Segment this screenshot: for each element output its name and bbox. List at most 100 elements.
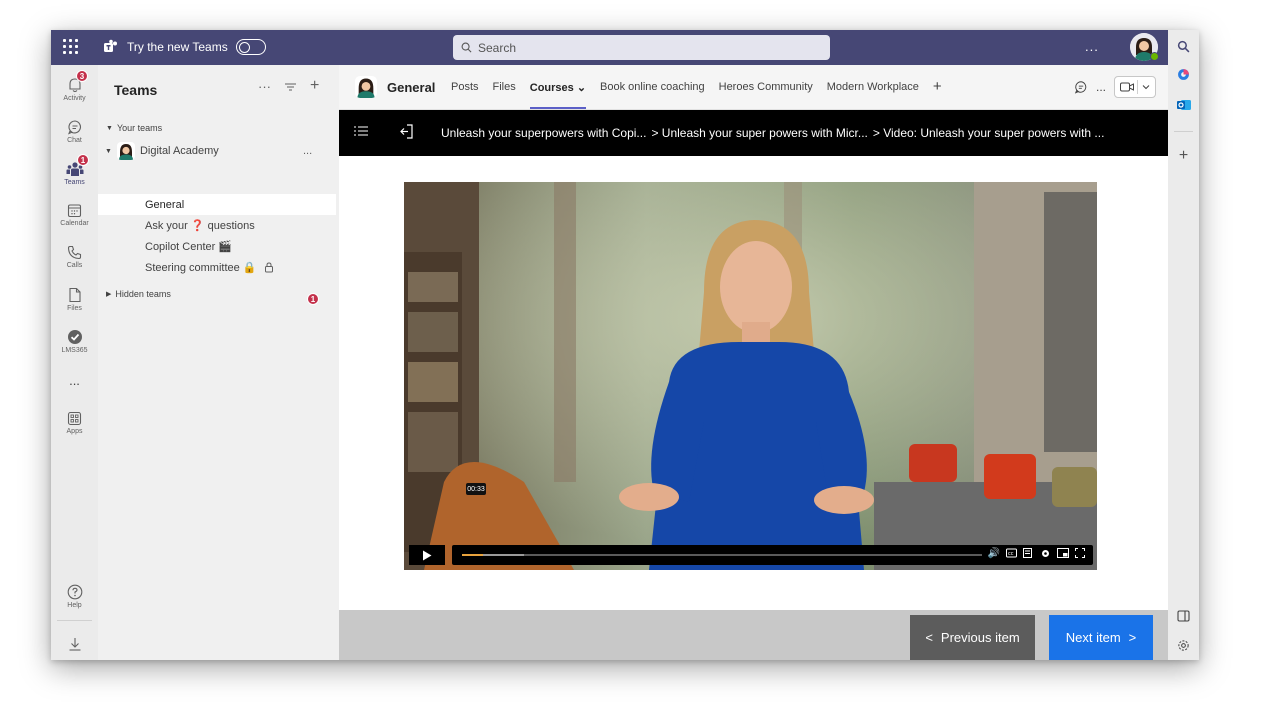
chevron-left-icon: < [925, 630, 933, 645]
appbar-activity[interactable]: Activity 3 [51, 68, 98, 110]
private-channel-icon [264, 262, 273, 273]
channel-general[interactable]: General [98, 194, 336, 215]
conversation-icon[interactable] [1074, 80, 1088, 94]
settings-gear-icon[interactable] [1175, 637, 1192, 654]
download-button[interactable] [51, 623, 98, 660]
seek-bar-progress [462, 554, 483, 556]
check-circle-icon [67, 329, 82, 344]
search-icon [461, 42, 472, 53]
seek-bar[interactable] [462, 554, 982, 556]
video-settings-icon[interactable] [1040, 548, 1051, 559]
try-new-teams: Try the new Teams [103, 39, 266, 55]
appbar-more[interactable]: ... [51, 359, 98, 401]
course-menu-icon[interactable] [354, 125, 368, 137]
play-button[interactable] [409, 545, 445, 565]
chevron-down-icon [1142, 85, 1150, 90]
previous-item-label: Previous item [940, 630, 1020, 645]
caret-right-icon: ▶ [106, 291, 112, 298]
your-teams-section[interactable]: ▼ Your teams [106, 123, 162, 133]
appbar-lms365[interactable]: LMS365 [51, 320, 98, 362]
channel-more-button[interactable]: ... [1096, 80, 1106, 94]
appbar-teams[interactable]: Teams 1 [51, 152, 98, 194]
breadcrumb-course[interactable]: Unleash your superpowers with Copi... [441, 126, 646, 140]
title-bar: Try the new Teams Search ... [51, 30, 1168, 65]
teams-panel: Teams ··· + ▼ Your teams ▼ Digital Acade… [98, 65, 339, 660]
appbar-activity-label: Activity [63, 94, 86, 102]
picture-in-picture-icon[interactable] [1057, 548, 1069, 558]
new-teams-toggle[interactable] [235, 39, 266, 55]
activity-badge: 3 [76, 70, 88, 82]
breadcrumb-lesson[interactable]: > Video: Unleash your super powers with … [873, 126, 1105, 140]
teams-more-icon[interactable]: ··· [258, 79, 271, 95]
hidden-teams-section[interactable]: ▶ Hidden teams [106, 289, 171, 299]
filter-icon[interactable] [285, 79, 296, 95]
meet-button[interactable] [1114, 76, 1156, 98]
fullscreen-icon[interactable] [1075, 548, 1085, 558]
tab-modern-workplace[interactable]: Modern Workplace [827, 81, 919, 94]
team-digital-academy[interactable]: ▼ Digital Academy ... [105, 139, 333, 163]
hidden-teams-badge: 1 [307, 293, 319, 305]
appbar-calls[interactable]: Calls [51, 236, 98, 278]
channel-label: Steering committee 🔒 [145, 262, 257, 274]
team-avatar [116, 142, 135, 160]
channel-copilot-center[interactable]: Copilot Center 🎬 [98, 236, 336, 257]
transcript-icon[interactable] [1023, 548, 1034, 558]
chat-icon [67, 119, 81, 135]
apps-icon [67, 411, 82, 426]
video-control-icons: 🔊 cc [988, 548, 1085, 559]
app-bar: Activity 3 Chat Teams 1 Calendar Calls F… [51, 65, 98, 660]
appbar-files[interactable]: Files [51, 278, 98, 320]
right-rail: + [1168, 30, 1199, 660]
course-navigation-bar: Unleash your superpowers with Copi... > … [339, 110, 1168, 156]
teams-badge: 1 [77, 154, 89, 166]
help-icon [67, 584, 82, 599]
exit-course-icon[interactable] [400, 124, 414, 139]
panel-icon[interactable] [1175, 607, 1192, 624]
add-team-icon[interactable]: + [310, 78, 319, 95]
outlook-icon[interactable] [1175, 96, 1192, 113]
caret-down-icon: ▼ [105, 147, 112, 155]
caret-down-icon: ▼ [106, 124, 113, 132]
team-more-button[interactable]: ... [303, 145, 312, 157]
previous-item-button[interactable]: < Previous item [910, 615, 1035, 660]
course-breadcrumb: Unleash your superpowers with Copi... > … [441, 126, 1104, 140]
appbar-calendar[interactable]: Calendar [51, 194, 98, 236]
zoom-search-icon[interactable] [1175, 38, 1192, 55]
channel-steering-committee[interactable]: Steering committee 🔒 [98, 257, 336, 278]
tab-files[interactable]: Files [493, 81, 516, 94]
teams-panel-title: Teams [114, 82, 158, 98]
teams-logo-icon [104, 39, 117, 52]
appbar-calendar-label: Calendar [60, 220, 89, 227]
team-name: Digital Academy [139, 145, 219, 157]
add-app-icon[interactable]: + [1175, 147, 1192, 164]
channel-avatar [355, 76, 377, 98]
more-icon: ... [69, 372, 80, 388]
svg-text:cc: cc [1008, 551, 1014, 557]
channel-header: General Posts Files Courses ⌄ Book onlin… [339, 65, 1168, 110]
captions-icon[interactable]: cc [1006, 548, 1017, 558]
appbar-chat[interactable]: Chat [51, 110, 98, 152]
video-control-bar: 🔊 cc [452, 545, 1093, 565]
add-tab-button[interactable]: + [933, 79, 942, 94]
title-more-button[interactable]: ... [1085, 39, 1099, 54]
current-time-tooltip: 00:33 [466, 483, 486, 495]
tab-heroes-community[interactable]: Heroes Community [719, 81, 813, 94]
volume-icon[interactable]: 🔊 [988, 548, 1000, 559]
search-input[interactable]: Search [453, 35, 830, 60]
tab-posts[interactable]: Posts [451, 81, 479, 94]
breadcrumb-module[interactable]: > Unleash your super powers with Micr... [651, 126, 867, 140]
appbar-apps[interactable]: Apps [51, 402, 98, 444]
tab-courses[interactable]: Courses ⌄ [529, 81, 587, 109]
appbar-files-label: Files [67, 304, 82, 312]
search-placeholder: Search [478, 40, 517, 55]
app-launcher-icon[interactable] [63, 39, 79, 55]
tab-book-online-coaching[interactable]: Book online coaching [600, 81, 705, 94]
appbar-help[interactable]: Help [51, 575, 98, 617]
presence-available-icon [1150, 52, 1159, 61]
play-icon [423, 550, 432, 560]
channel-ask-your-questions[interactable]: Ask your ❓ questions [98, 215, 336, 236]
appbar-teams-label: Teams [64, 178, 85, 186]
copilot-icon[interactable] [1175, 66, 1192, 83]
next-item-button[interactable]: Next item > [1049, 615, 1153, 660]
video-player[interactable]: 🔊 cc [404, 182, 1097, 570]
